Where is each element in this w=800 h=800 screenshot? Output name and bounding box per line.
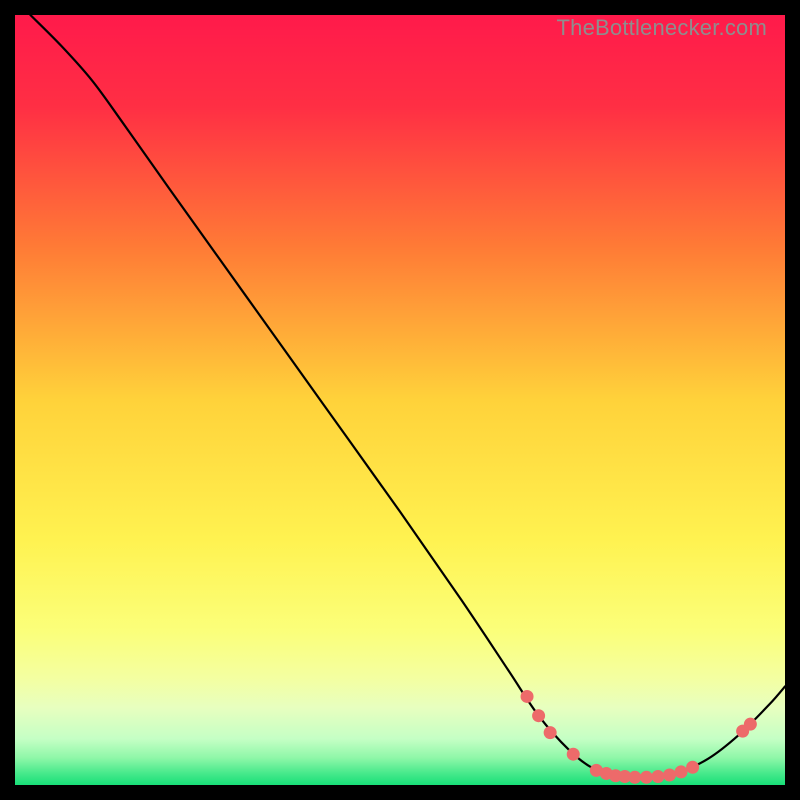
chart-frame: TheBottlenecker.com bbox=[15, 15, 785, 785]
gradient-background bbox=[15, 15, 785, 785]
marker-dot bbox=[663, 768, 676, 781]
marker-dot bbox=[628, 771, 641, 784]
marker-dot bbox=[686, 761, 699, 774]
marker-dot bbox=[744, 718, 757, 731]
marker-dot bbox=[675, 765, 688, 778]
marker-dot bbox=[651, 770, 664, 783]
marker-dot bbox=[567, 748, 580, 761]
marker-dot bbox=[544, 726, 557, 739]
watermark-text: TheBottlenecker.com bbox=[557, 15, 767, 41]
bottleneck-chart bbox=[15, 15, 785, 785]
marker-dot bbox=[640, 771, 653, 784]
marker-dot bbox=[521, 690, 534, 703]
marker-dot bbox=[532, 709, 545, 722]
